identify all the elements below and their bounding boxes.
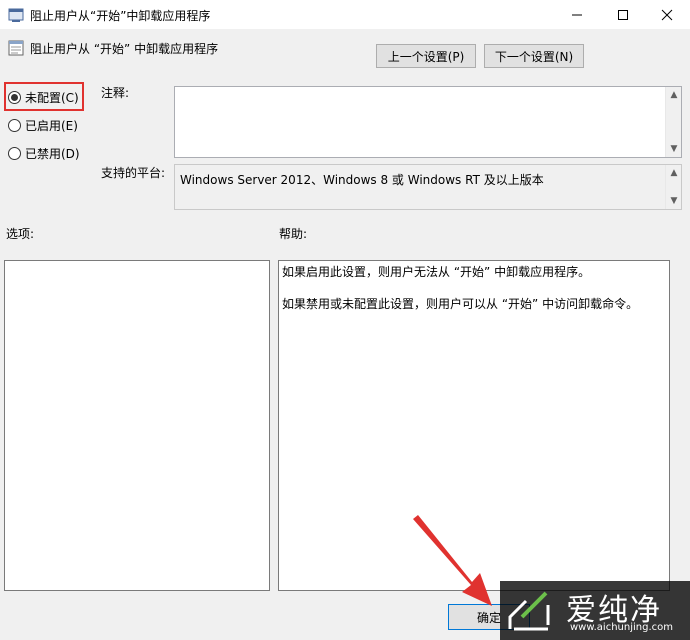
radio-enabled[interactable]: 已启用(E) bbox=[8, 116, 78, 134]
radio-disabled[interactable]: 已禁用(D) bbox=[8, 144, 80, 162]
setting-title: 阻止用户从 “开始” 中卸载应用程序 bbox=[30, 42, 219, 56]
platform-scrollbar[interactable]: ▲ ▼ bbox=[665, 165, 681, 209]
options-label: 选项: bbox=[6, 227, 35, 241]
help-gap bbox=[282, 280, 666, 296]
policy-window-icon bbox=[8, 8, 24, 22]
maximize-button[interactable] bbox=[600, 0, 646, 30]
platform-value: Windows Server 2012、Windows 8 或 Windows … bbox=[180, 173, 544, 187]
help-text: 如果启用此设置，则用户无法从 “开始” 中卸载应用程序。 bbox=[282, 265, 591, 279]
radio-label: 已禁用(D) bbox=[25, 146, 80, 161]
radio-selected-icon bbox=[8, 90, 21, 104]
options-panel bbox=[4, 260, 270, 591]
scroll-up-icon[interactable]: ▲ bbox=[666, 165, 682, 181]
setting-icon bbox=[8, 40, 24, 56]
comment-label: 注释: bbox=[101, 86, 130, 100]
radio-label: 已启用(E) bbox=[25, 118, 78, 133]
watermark: 爱纯净 www.aichunjing.com bbox=[500, 581, 690, 640]
watermark-logo-icon bbox=[508, 591, 550, 631]
window-title: 阻止用户从“开始”中卸载应用程序 bbox=[30, 9, 211, 23]
radio-unselected-icon bbox=[8, 118, 21, 132]
scroll-up-icon[interactable]: ▲ bbox=[666, 87, 682, 103]
dialog-body: 阻止用户从 “开始” 中卸载应用程序 上一个设置(P) 下一个设置(N) 未配置… bbox=[0, 30, 690, 640]
comment-textarea[interactable]: ▲ ▼ bbox=[174, 86, 682, 158]
help-label: 帮助: bbox=[279, 227, 308, 241]
radio-not-configured[interactable]: 未配置(C) bbox=[8, 88, 79, 106]
help-text: 如果禁用或未配置此设置，则用户可以从 “开始” 中访问卸载命令。 bbox=[282, 297, 639, 311]
maximize-icon bbox=[618, 10, 628, 20]
platform-box: Windows Server 2012、Windows 8 或 Windows … bbox=[174, 164, 682, 210]
previous-setting-button[interactable]: 上一个设置(P) bbox=[376, 44, 476, 68]
watermark-url: www.aichunjing.com bbox=[570, 622, 673, 633]
comment-scrollbar[interactable]: ▲ ▼ bbox=[665, 87, 681, 157]
help-panel: 如果启用此设置，则用户无法从 “开始” 中卸载应用程序。 如果禁用或未配置此设置… bbox=[278, 260, 670, 591]
minimize-icon bbox=[572, 14, 582, 16]
scroll-down-icon[interactable]: ▼ bbox=[666, 193, 682, 209]
platform-label: 支持的平台: bbox=[101, 166, 166, 180]
minimize-button[interactable] bbox=[554, 0, 600, 30]
radio-unselected-icon bbox=[8, 146, 21, 160]
close-icon bbox=[661, 9, 673, 21]
radio-label: 未配置(C) bbox=[25, 90, 79, 105]
title-bar[interactable]: 阻止用户从“开始”中卸载应用程序 bbox=[0, 0, 690, 30]
next-setting-button[interactable]: 下一个设置(N) bbox=[484, 44, 584, 68]
close-button[interactable] bbox=[644, 0, 690, 30]
scroll-down-icon[interactable]: ▼ bbox=[666, 141, 682, 157]
